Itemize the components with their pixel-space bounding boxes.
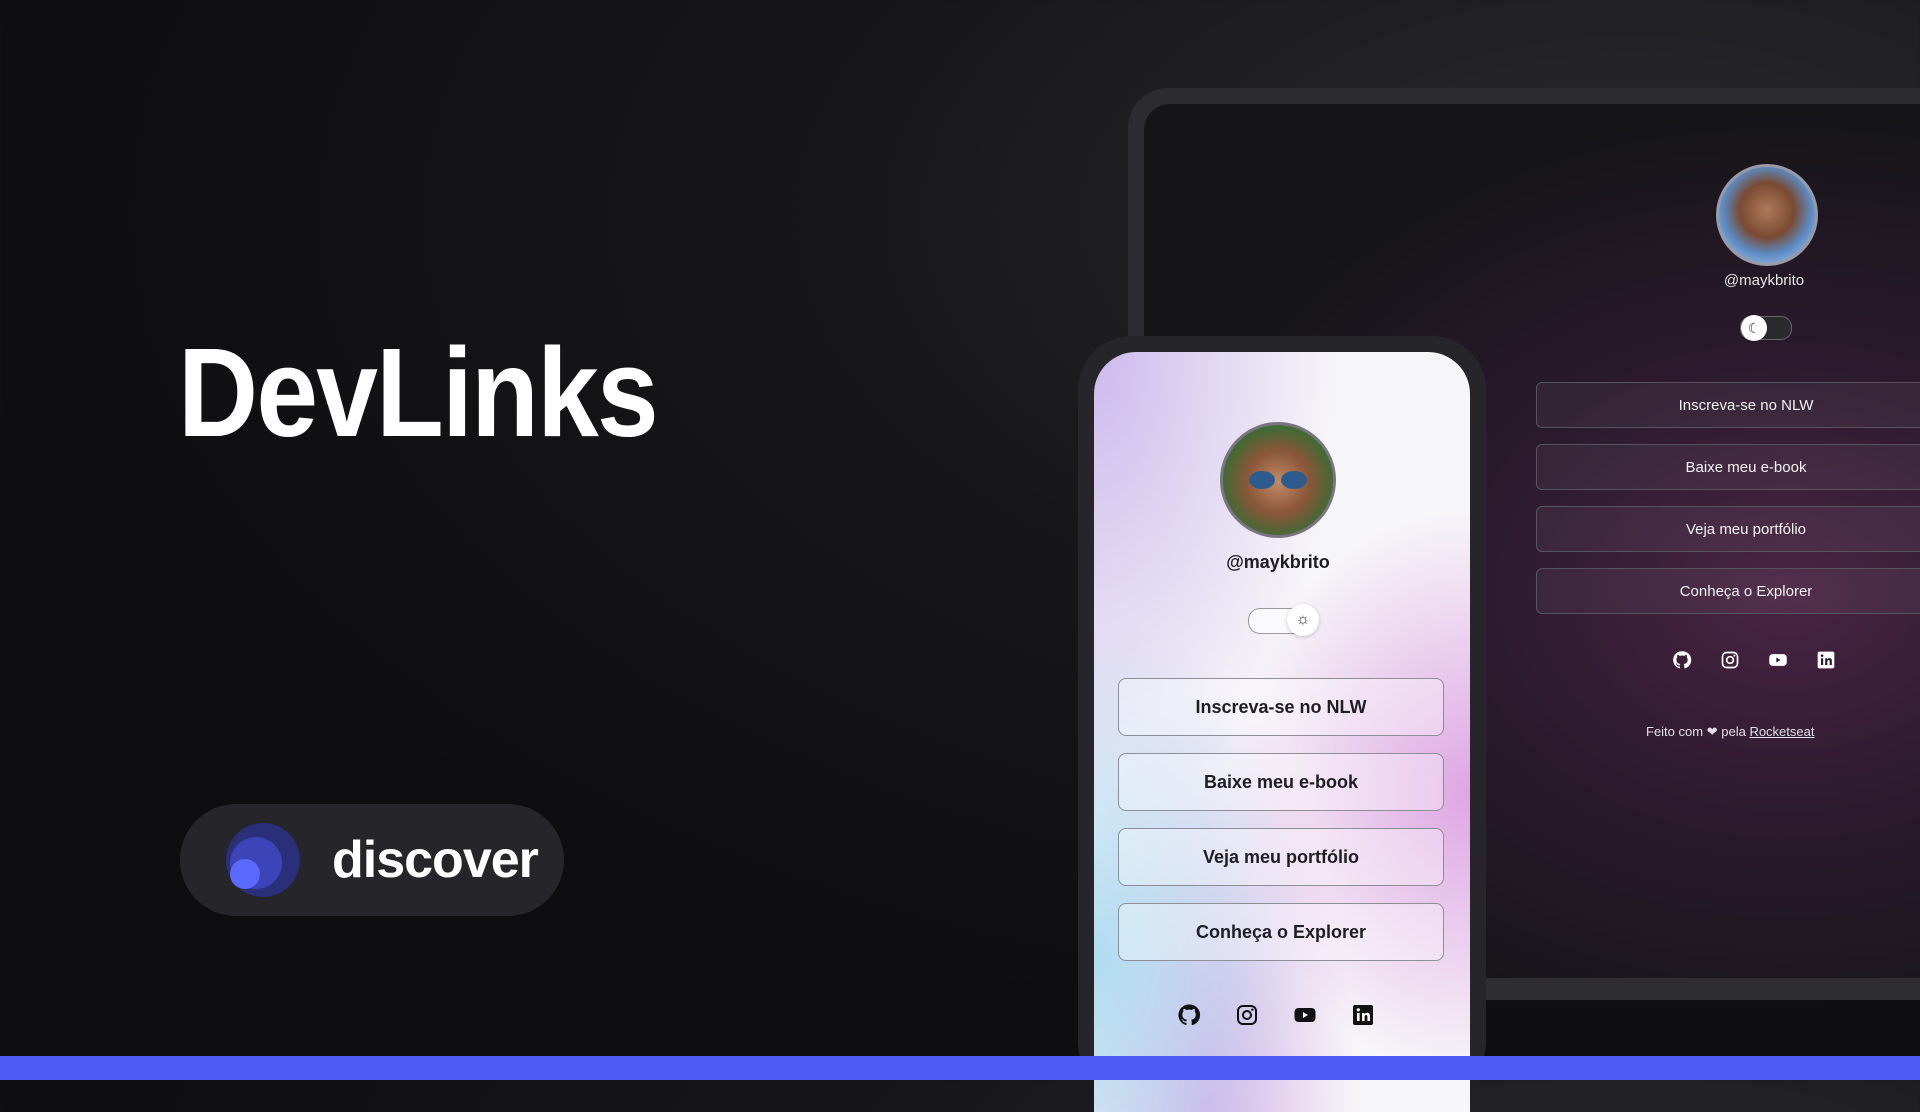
discover-logo-icon	[226, 823, 300, 897]
link-button-nlw[interactable]: Inscreva-se no NLW	[1118, 678, 1444, 736]
laptop-base	[1480, 978, 1920, 1000]
moon-icon: ☾	[1741, 315, 1767, 341]
avatar	[1220, 422, 1336, 538]
discover-label: discover	[332, 831, 539, 889]
phone-mockup: @maykbrito ☼ Inscreva-se no NLW Baixe me…	[1078, 336, 1486, 1112]
linkedin-icon[interactable]	[1814, 648, 1838, 672]
youtube-icon[interactable]	[1292, 1002, 1318, 1028]
accent-bar	[0, 1056, 1920, 1080]
link-button-explorer[interactable]: Conheça o Explorer	[1536, 568, 1920, 614]
link-button-ebook[interactable]: Baixe meu e-book	[1536, 444, 1920, 490]
social-links	[1670, 648, 1838, 672]
link-button-portfolio[interactable]: Veja meu portfólio	[1536, 506, 1920, 552]
footer-middle: pela	[1721, 724, 1746, 739]
github-icon[interactable]	[1176, 1002, 1202, 1028]
page-title: DevLinks	[178, 322, 659, 463]
theme-toggle[interactable]: ☼	[1248, 604, 1319, 636]
link-button-explorer[interactable]: Conheça o Explorer	[1118, 903, 1444, 961]
heart-icon: ❤	[1706, 724, 1718, 739]
instagram-icon[interactable]	[1234, 1002, 1260, 1028]
footer-prefix: Feito com	[1646, 724, 1704, 739]
link-button-nlw[interactable]: Inscreva-se no NLW	[1536, 382, 1920, 428]
social-links	[1176, 1002, 1376, 1028]
username: @maykbrito	[1723, 272, 1805, 289]
instagram-icon[interactable]	[1718, 648, 1742, 672]
youtube-icon[interactable]	[1766, 648, 1790, 672]
theme-toggle[interactable]: ☾	[1740, 315, 1792, 341]
rocketseat-link[interactable]: Rocketseat	[1749, 724, 1814, 739]
sun-icon: ☼	[1287, 604, 1319, 636]
github-icon[interactable]	[1670, 648, 1694, 672]
link-button-portfolio[interactable]: Veja meu portfólio	[1118, 828, 1444, 886]
discover-badge: discover	[180, 804, 564, 916]
username: @maykbrito	[1226, 552, 1330, 572]
linkedin-icon[interactable]	[1350, 1002, 1376, 1028]
footer: Feito com ❤ pela Rocketseat	[1646, 724, 1814, 740]
phone-screen: @maykbrito ☼ Inscreva-se no NLW Baixe me…	[1094, 352, 1470, 1112]
link-button-ebook[interactable]: Baixe meu e-book	[1118, 753, 1444, 811]
avatar	[1716, 164, 1818, 266]
